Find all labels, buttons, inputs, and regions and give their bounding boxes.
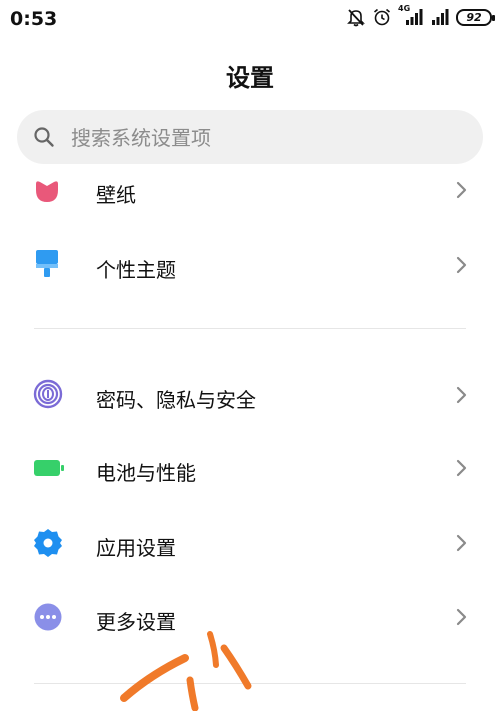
settings-item-battery-performance[interactable]: 电池与性能: [0, 438, 500, 498]
search-icon: [33, 126, 55, 152]
settings-item-label: 密码、隐私与安全: [96, 388, 256, 412]
settings-item-app-settings[interactable]: 应用设置: [0, 513, 500, 573]
signal-icon: [430, 7, 450, 27]
battery-icon: 92: [456, 8, 495, 26]
chevron-right-icon: [455, 533, 469, 557]
app-settings-gear-icon: [33, 528, 62, 557]
settings-item-label: 应用设置: [96, 536, 176, 560]
chevron-right-icon: [455, 458, 469, 482]
settings-item-more-settings[interactable]: 更多设置: [0, 587, 500, 647]
more-settings-icon: [33, 602, 62, 631]
chevron-right-icon: [455, 255, 469, 279]
page-title: 设置: [226, 64, 274, 92]
theme-brush-icon: [33, 249, 61, 277]
alarm-icon: [372, 7, 392, 27]
chevron-right-icon: [455, 385, 469, 409]
settings-item-label: 个性主题: [96, 258, 176, 282]
search-input[interactable]: [69, 110, 463, 166]
settings-item-password-privacy-security[interactable]: 密码、隐私与安全: [0, 365, 500, 425]
settings-item-label: 电池与性能: [96, 461, 196, 485]
settings-item-label: 更多设置: [96, 610, 176, 634]
battery-performance-icon: [33, 458, 64, 486]
wallpaper-icon: [33, 178, 61, 206]
status-bar: 0:53 4G 92: [0, 0, 500, 36]
battery-level: 92: [466, 10, 482, 24]
section-divider: [34, 683, 466, 684]
settings-item-label: 壁纸: [96, 183, 136, 207]
status-icons: 4G 92: [346, 4, 495, 28]
signal-icon: 4G: [398, 4, 424, 27]
fingerprint-icon: [33, 379, 63, 409]
status-time: 0:53: [10, 8, 58, 30]
chevron-right-icon: [455, 607, 469, 631]
search-bar[interactable]: [17, 110, 483, 166]
chevron-right-icon: [455, 180, 469, 204]
settings-item-theme[interactable]: 个性主题: [0, 235, 500, 295]
notifications-muted-icon: [346, 7, 366, 27]
settings-item-wallpaper[interactable]: 壁纸: [0, 160, 500, 220]
section-divider: [34, 328, 466, 329]
